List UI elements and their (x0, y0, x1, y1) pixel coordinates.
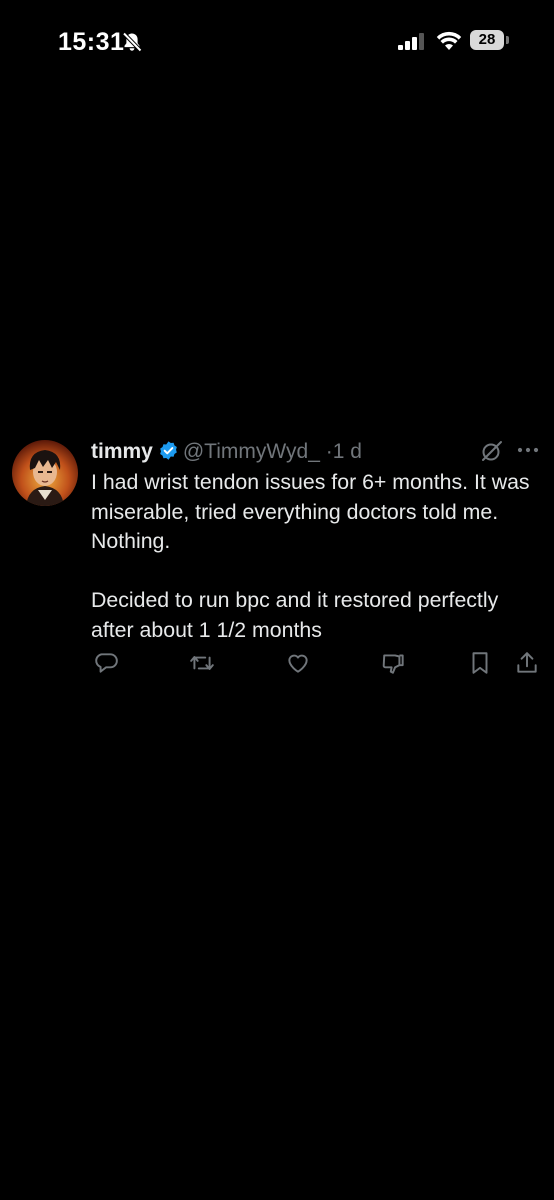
wifi-icon (436, 30, 462, 52)
verified-badge-icon (158, 440, 179, 461)
battery-level: 28 (478, 31, 496, 48)
battery-icon: 28 (470, 30, 510, 52)
tweet[interactable]: timmy @TimmyWyd_ ·1 d I had wrist tendon… (0, 430, 554, 690)
like-icon[interactable] (285, 650, 311, 676)
grok-icon[interactable] (480, 439, 504, 463)
handle[interactable]: @TimmyWyd_ (183, 440, 320, 463)
avatar[interactable] (12, 440, 78, 506)
tweet-text: I had wrist tendon issues for 6+ months.… (91, 468, 541, 645)
dislike-icon[interactable] (381, 650, 407, 676)
bell-slash-icon (121, 31, 143, 53)
repost-icon[interactable] (189, 650, 215, 676)
reply-icon[interactable] (93, 650, 119, 676)
separator-dot: · (325, 440, 333, 463)
tweet-paragraph: I had wrist tendon issues for 6+ months.… (91, 470, 530, 553)
share-icon[interactable] (514, 650, 540, 676)
signal-icon (397, 32, 425, 52)
status-time: 15:31 (58, 28, 125, 56)
display-name[interactable]: timmy (91, 440, 153, 463)
status-bar: 15:31 28 (0, 0, 554, 86)
more-icon[interactable] (517, 446, 539, 454)
tweet-paragraph: Decided to run bpc and it restored perfe… (91, 588, 499, 642)
tweet-actions (0, 650, 554, 680)
bookmark-icon[interactable] (467, 650, 493, 676)
timestamp[interactable]: 1 d (333, 440, 362, 463)
